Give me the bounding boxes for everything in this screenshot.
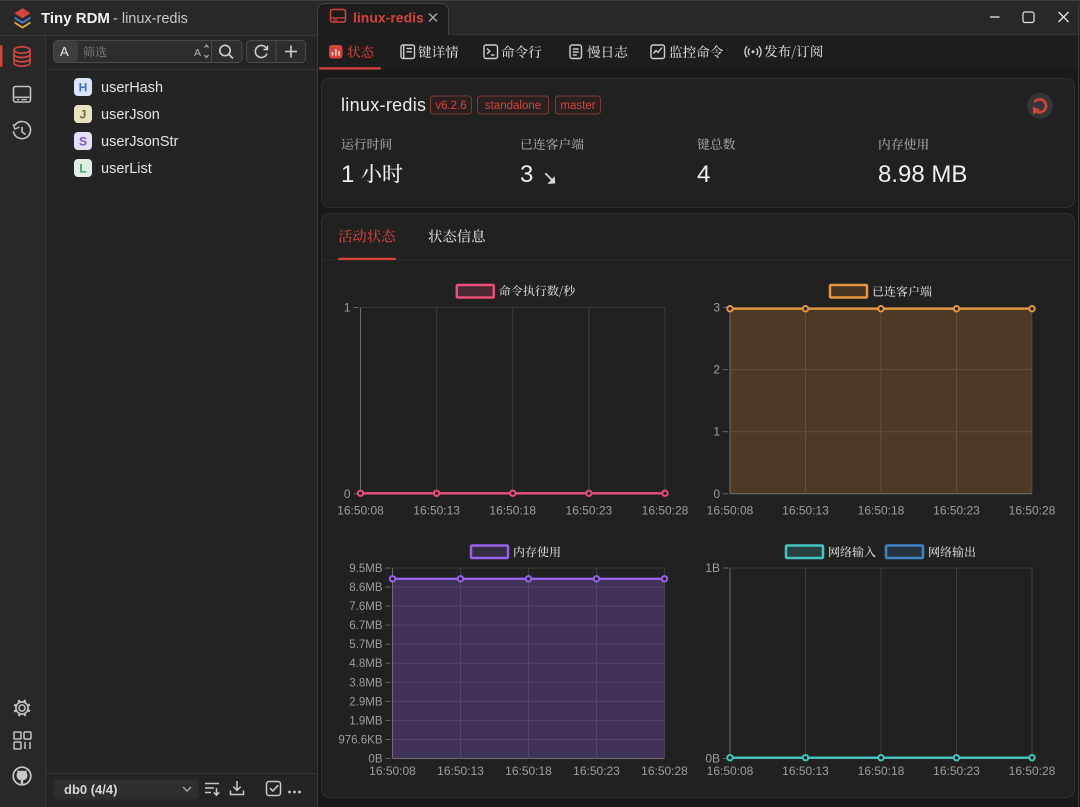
- svg-text:J: J: [80, 108, 87, 122]
- svg-text:3.8MB: 3.8MB: [349, 677, 383, 689]
- svg-text:1B: 1B: [705, 561, 720, 575]
- svg-text:16:50:13: 16:50:13: [782, 504, 829, 518]
- svg-text:16:50:13: 16:50:13: [413, 504, 460, 518]
- svg-text:16:50:23: 16:50:23: [573, 764, 620, 778]
- svg-text:db0 (4/4): db0 (4/4): [64, 782, 117, 797]
- svg-text:16:50:28: 16:50:28: [642, 504, 689, 518]
- svg-text:Tiny RDM: Tiny RDM: [41, 10, 110, 27]
- svg-text:H: H: [79, 81, 88, 95]
- svg-text:userJsonStr: userJsonStr: [101, 134, 179, 150]
- svg-text:8.98 MB: 8.98 MB: [878, 161, 967, 188]
- svg-text:- linux-redis: - linux-redis: [113, 11, 188, 27]
- svg-text:userList: userList: [101, 161, 152, 177]
- svg-text:A: A: [60, 44, 69, 59]
- svg-text:16:50:23: 16:50:23: [566, 504, 613, 518]
- svg-text:2.9MB: 2.9MB: [349, 696, 383, 708]
- svg-text:0: 0: [344, 487, 351, 501]
- svg-text:userJson: userJson: [101, 107, 160, 123]
- svg-text:standalone: standalone: [485, 100, 541, 112]
- svg-text:16:50:08: 16:50:08: [707, 504, 754, 518]
- svg-text:S: S: [79, 135, 87, 149]
- svg-text:7.6MB: 7.6MB: [349, 601, 383, 613]
- svg-text:1: 1: [341, 161, 354, 188]
- svg-text:0: 0: [713, 487, 720, 501]
- svg-text:2: 2: [713, 363, 720, 377]
- svg-text:16:50:18: 16:50:18: [858, 504, 905, 518]
- svg-text:1.9MB: 1.9MB: [349, 715, 383, 727]
- svg-text:5.7MB: 5.7MB: [349, 639, 383, 651]
- svg-text:16:50:13: 16:50:13: [437, 764, 484, 778]
- svg-text:8.6MB: 8.6MB: [349, 582, 383, 594]
- svg-text:9.5MB: 9.5MB: [349, 563, 383, 575]
- svg-text:4: 4: [697, 161, 710, 188]
- svg-text:16:50:28: 16:50:28: [1009, 764, 1056, 778]
- svg-text:16:50:13: 16:50:13: [782, 764, 829, 778]
- svg-text:4.8MB: 4.8MB: [349, 658, 383, 670]
- svg-text:userHash: userHash: [101, 80, 163, 96]
- svg-text:6.7MB: 6.7MB: [349, 620, 383, 632]
- svg-text:master: master: [560, 100, 595, 112]
- svg-text:v6.2.6: v6.2.6: [435, 100, 466, 112]
- svg-text:16:50:18: 16:50:18: [858, 764, 905, 778]
- svg-text:976.6KB: 976.6KB: [338, 735, 382, 747]
- svg-text:16:50:08: 16:50:08: [337, 504, 384, 518]
- svg-text:1: 1: [344, 301, 351, 315]
- svg-text:A: A: [194, 47, 201, 59]
- svg-text:16:50:18: 16:50:18: [489, 504, 536, 518]
- svg-text:16:50:18: 16:50:18: [505, 764, 552, 778]
- svg-text:L: L: [79, 162, 86, 176]
- svg-text:linux-redis: linux-redis: [341, 95, 426, 115]
- svg-text:linux-redis: linux-redis: [353, 10, 424, 26]
- svg-text:16:50:28: 16:50:28: [641, 764, 688, 778]
- svg-text:16:50:08: 16:50:08: [707, 764, 754, 778]
- svg-text:3: 3: [713, 301, 720, 315]
- svg-text:16:50:08: 16:50:08: [369, 764, 416, 778]
- svg-text:16:50:23: 16:50:23: [933, 504, 980, 518]
- svg-text:16:50:28: 16:50:28: [1009, 504, 1056, 518]
- svg-text:16:50:23: 16:50:23: [933, 764, 980, 778]
- svg-text:3: 3: [520, 161, 533, 188]
- svg-text:1: 1: [713, 425, 720, 439]
